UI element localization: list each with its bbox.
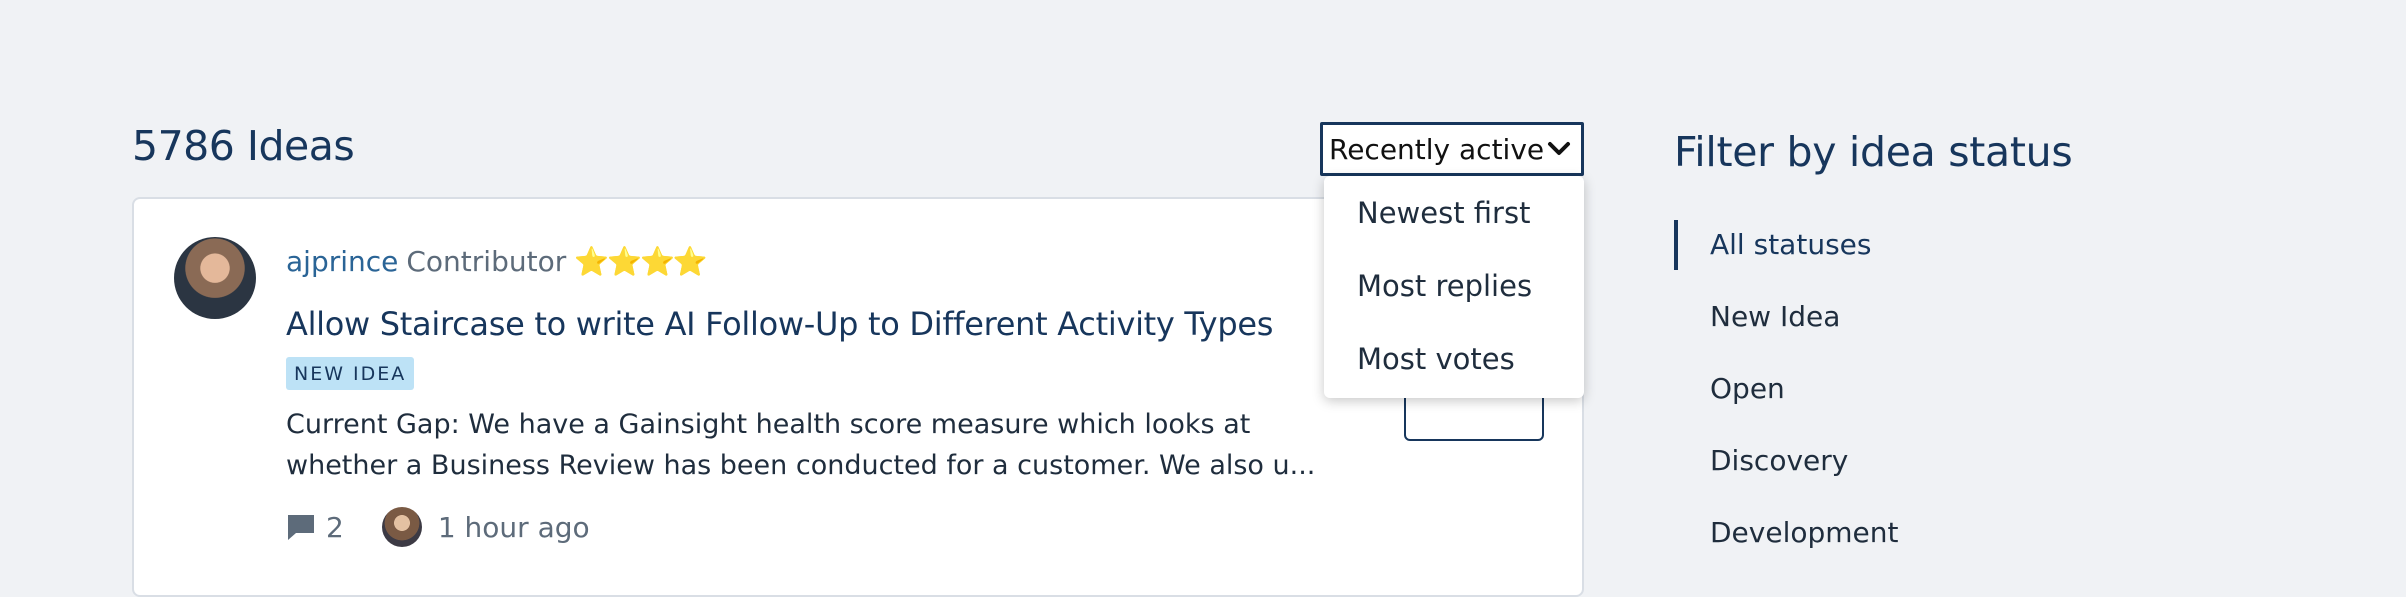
last-activity-time: 1 hour ago — [437, 510, 590, 544]
ideas-count-heading: 5786 Ideas — [132, 122, 355, 170]
status-badge: NEW IDEA — [286, 357, 415, 390]
author-link[interactable]: ajprince — [286, 245, 398, 278]
status-filter-development[interactable]: Development — [1674, 508, 2074, 558]
status-filter-new-idea[interactable]: New Idea — [1674, 292, 2074, 342]
sort-option-most-replies[interactable]: Most replies — [1324, 261, 1584, 334]
idea-meta: 2 1 hour ago — [286, 507, 590, 547]
sort-options-menu: Newest first Most replies Most votes — [1324, 176, 1584, 398]
idea-description: Current Gap: We have a Gainsight health … — [286, 404, 1486, 486]
author-avatar[interactable] — [174, 237, 256, 319]
sort-selected-label: Recently active — [1329, 132, 1545, 166]
status-filter-open[interactable]: Open — [1674, 364, 2074, 414]
idea-title-link[interactable]: Allow Staircase to write AI Follow-Up to… — [286, 305, 1273, 343]
idea-description-line-1: Current Gap: We have a Gainsight health … — [286, 409, 1251, 440]
rank-stars-icon: ⭐⭐⭐⭐ — [574, 245, 708, 279]
sort-option-most-votes[interactable]: Most votes — [1324, 334, 1584, 407]
author-line: ajprince Contributor ⭐⭐⭐⭐ — [286, 245, 708, 279]
filter-heading: Filter by idea status — [1674, 128, 2073, 176]
last-replier-avatar[interactable] — [381, 507, 422, 547]
sort-dropdown[interactable]: Recently active — [1320, 122, 1584, 176]
chevron-down-icon — [1547, 141, 1571, 157]
sort-option-newest[interactable]: Newest first — [1324, 188, 1584, 261]
status-filter-all[interactable]: All statuses — [1674, 220, 2074, 270]
author-role: Contributor — [406, 245, 567, 278]
idea-description-line-2: whether a Business Review has been condu… — [286, 450, 1316, 481]
status-filter-discovery[interactable]: Discovery — [1674, 436, 2074, 486]
reply-count: 2 — [326, 510, 344, 544]
comment-icon — [286, 513, 316, 541]
